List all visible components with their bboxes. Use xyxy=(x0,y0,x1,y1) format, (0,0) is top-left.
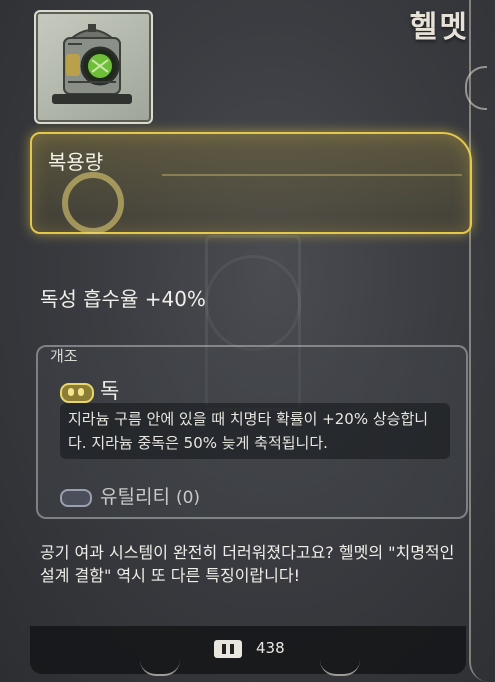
utility-mod-icon xyxy=(60,489,92,507)
rarity-label: 복용량 xyxy=(48,150,104,174)
scrap-currency-icon xyxy=(214,640,242,658)
header-divider xyxy=(162,174,462,176)
tooltip-footer: 438 xyxy=(30,626,466,674)
mods-section-title: 개조 xyxy=(50,347,78,365)
mod-utility: 유틸리티 (0) xyxy=(100,482,200,509)
helmet-icon xyxy=(52,24,132,104)
mod-toxic-name: 독 xyxy=(100,379,120,403)
item-title: 헬멧 xyxy=(409,10,469,45)
flavor-text: 공기 여과 시스템이 완전히 더러워졌다고요? 헬멧의 "치명적인 설계 결함"… xyxy=(40,543,455,585)
item-cost: 438 xyxy=(256,639,285,657)
background-emblem-circle xyxy=(205,255,301,351)
mod-utility-name: 유틸리티 xyxy=(100,486,170,508)
toxic-mod-icon xyxy=(60,383,94,403)
rarity-header: 복용량 xyxy=(30,132,472,234)
item-thumbnail[interactable] xyxy=(34,10,153,124)
mod-toxic-description: 지라늄 구름 안에 있을 때 치명타 확률이 +20% 상승합니다. 지라늄 중… xyxy=(60,403,450,459)
mods-panel: 개조 독 지라늄 구름 안에 있을 때 치명타 확률이 +20% 상승합니다. … xyxy=(36,345,468,519)
stat-toxic-absorption: 독성 흡수율 +40% xyxy=(40,287,206,311)
tooltip-frame-border xyxy=(465,0,495,682)
mod-utility-count: (0) xyxy=(175,488,201,508)
gear-emblem-icon xyxy=(62,172,124,234)
